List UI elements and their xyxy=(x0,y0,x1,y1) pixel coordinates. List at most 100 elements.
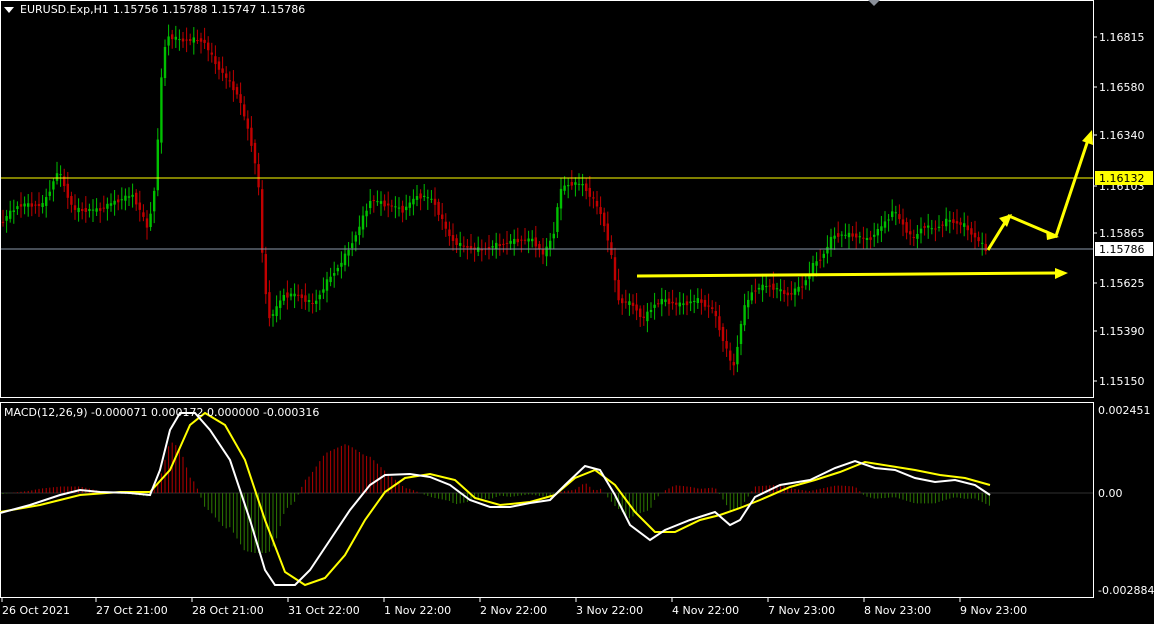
candle-body xyxy=(102,207,105,209)
time-axis-label: 4 Nov 22:00 xyxy=(672,604,739,617)
chart-header: EURUSD.Exp,H1 1.15756 1.15788 1.15747 1.… xyxy=(4,3,305,16)
candle-body xyxy=(570,182,573,186)
candle-body xyxy=(459,242,462,246)
time-axis-label: 2 Nov 22:00 xyxy=(480,604,547,617)
candle-body xyxy=(631,302,635,306)
candle-body xyxy=(88,208,91,212)
candle-body xyxy=(955,221,959,224)
price-axis-tick: 1.16815 xyxy=(1099,31,1145,44)
candlestick-series xyxy=(1,24,987,376)
macd-axis-tick: 0.00 xyxy=(1098,487,1123,500)
candle-body xyxy=(549,240,552,249)
candle-body xyxy=(19,204,23,207)
candle-body xyxy=(703,299,707,307)
candle-body xyxy=(379,201,383,204)
candle-body xyxy=(455,238,458,245)
candle-body xyxy=(289,293,293,297)
candle-body xyxy=(12,210,15,212)
candle-body xyxy=(837,233,840,237)
candle-body xyxy=(203,39,206,43)
candle-body xyxy=(689,301,692,304)
candle-body xyxy=(264,254,267,295)
candle-body xyxy=(81,208,84,212)
candle-body xyxy=(257,164,260,188)
candle-body xyxy=(664,299,667,302)
time-axis-label: 8 Nov 23:00 xyxy=(864,604,931,617)
candle-body xyxy=(369,200,372,209)
time-axis: 26 Oct 2021 27 Oct 21:00 28 Oct 21:00 31 Oc… xyxy=(1,598,1027,617)
candle-body xyxy=(685,301,689,306)
candle-body xyxy=(952,219,955,223)
candle-body xyxy=(732,362,735,366)
candle-body xyxy=(801,286,804,288)
candle-body xyxy=(585,183,588,192)
candle-body xyxy=(66,183,69,198)
candle-body xyxy=(613,257,617,281)
candle-body xyxy=(340,262,343,267)
current-price-marker: 1.15786 xyxy=(1095,242,1153,256)
candle-body xyxy=(869,237,872,240)
candle-body xyxy=(887,219,890,221)
candle-body xyxy=(912,237,915,239)
candle-body xyxy=(711,307,714,309)
candle-body xyxy=(516,238,519,243)
candle-body xyxy=(124,195,127,201)
candle-body xyxy=(77,207,80,213)
candle-body xyxy=(70,196,73,205)
candle-body xyxy=(919,228,923,234)
candle-body xyxy=(286,292,289,298)
candle-body xyxy=(322,289,325,293)
candle-body xyxy=(426,197,429,199)
price-chart[interactable]: 1.16815 1.16580 1.16340 1.16103 1.15865 1.156… xyxy=(0,0,1154,620)
candle-body xyxy=(945,218,948,227)
candle-body xyxy=(185,39,188,41)
candle-body xyxy=(261,189,264,253)
candle-body xyxy=(671,301,674,304)
candle-body xyxy=(826,246,829,254)
candle-body xyxy=(225,73,228,78)
chart-shift-marker-icon[interactable] xyxy=(868,0,880,6)
candle-body xyxy=(509,240,512,244)
candle-body xyxy=(347,250,350,256)
candle-body xyxy=(73,205,77,210)
candle-body xyxy=(876,229,879,236)
chart-menu-triangle-icon[interactable] xyxy=(4,6,14,13)
candle-body xyxy=(487,247,491,249)
candle-body xyxy=(228,80,231,82)
trendline-arrow[interactable] xyxy=(636,268,1068,279)
candle-body xyxy=(693,300,696,302)
candle-body xyxy=(138,202,141,210)
candle-body xyxy=(95,208,98,212)
high-price-marker: 1.16132 xyxy=(1095,171,1153,185)
candle-body xyxy=(653,304,656,308)
candle-body xyxy=(559,188,563,209)
candle-body xyxy=(189,39,192,41)
candle-body xyxy=(552,233,555,239)
candle-body xyxy=(739,324,743,344)
price-axis-tick: 1.15625 xyxy=(1099,277,1145,290)
candle-body xyxy=(858,236,861,238)
candle-body xyxy=(145,218,149,228)
candle-body xyxy=(279,300,282,308)
candle-body xyxy=(793,288,797,295)
candle-body xyxy=(970,228,973,235)
candle-body xyxy=(271,314,275,316)
candle-body xyxy=(747,299,750,308)
candle-body xyxy=(412,198,415,205)
candle-body xyxy=(531,238,534,242)
candle-body xyxy=(48,191,51,196)
price-axis-tick: 1.16580 xyxy=(1099,81,1145,94)
forecast-zigzag-arrow[interactable] xyxy=(986,130,1093,251)
candle-body xyxy=(621,298,624,304)
chart-canvas[interactable]: 1.168151.165801.163401.161031.158651.156… xyxy=(0,0,1154,620)
candle-body xyxy=(595,200,599,207)
candle-body xyxy=(329,276,332,283)
candle-body xyxy=(757,287,761,290)
candle-body xyxy=(523,239,527,241)
candle-body xyxy=(433,198,437,205)
candle-body xyxy=(714,310,717,317)
candle-body xyxy=(538,244,541,250)
candle-body xyxy=(423,195,426,197)
arrow-head-icon xyxy=(1082,130,1093,145)
price-axis-tick: 1.15865 xyxy=(1099,227,1145,240)
